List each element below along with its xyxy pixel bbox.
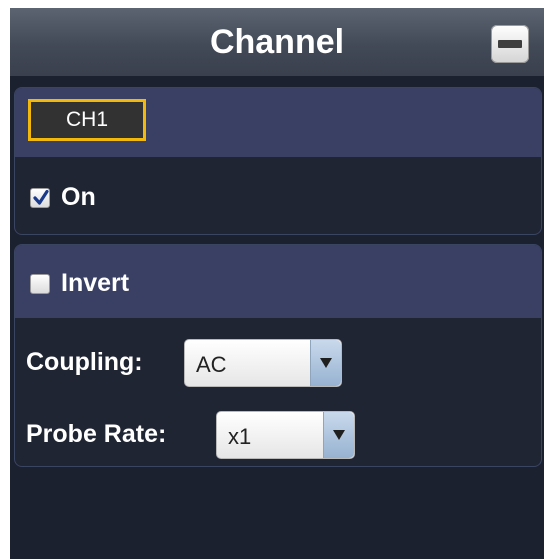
minimize-button[interactable] [491, 25, 529, 63]
coupling-label: Coupling: [26, 348, 143, 376]
channel-select-button[interactable]: CH1 [28, 99, 146, 141]
on-label: On [61, 183, 96, 211]
invert-checkbox[interactable] [30, 273, 50, 294]
checkmark-icon [33, 189, 49, 205]
on-checkbox[interactable] [30, 187, 50, 208]
coupling-value: AC [196, 352, 227, 377]
title-bar: Channel [10, 8, 544, 76]
channel-window: Channel CH1 On Invert Coupling: AC Probe… [10, 8, 544, 559]
probe-rate-value: x1 [228, 424, 252, 449]
coupling-dropdown[interactable]: AC [184, 339, 342, 387]
settings-panel-header: Invert [15, 245, 541, 318]
settings-panel: Invert Coupling: AC Probe Rate: x1 [14, 244, 542, 467]
chevron-down-icon [310, 340, 341, 386]
invert-label: Invert [61, 269, 130, 297]
channel-panel-header: CH1 [15, 88, 541, 157]
probe-rate-dropdown[interactable]: x1 [216, 411, 355, 459]
chevron-down-icon [323, 412, 354, 458]
invert-checkbox-row[interactable]: Invert [30, 269, 129, 298]
window-title: Channel [209, 23, 345, 61]
probe-rate-label: Probe Rate: [26, 420, 167, 448]
channel-panel: CH1 On [14, 87, 542, 235]
minimize-icon [498, 40, 522, 48]
on-checkbox-row[interactable]: On [30, 183, 96, 212]
